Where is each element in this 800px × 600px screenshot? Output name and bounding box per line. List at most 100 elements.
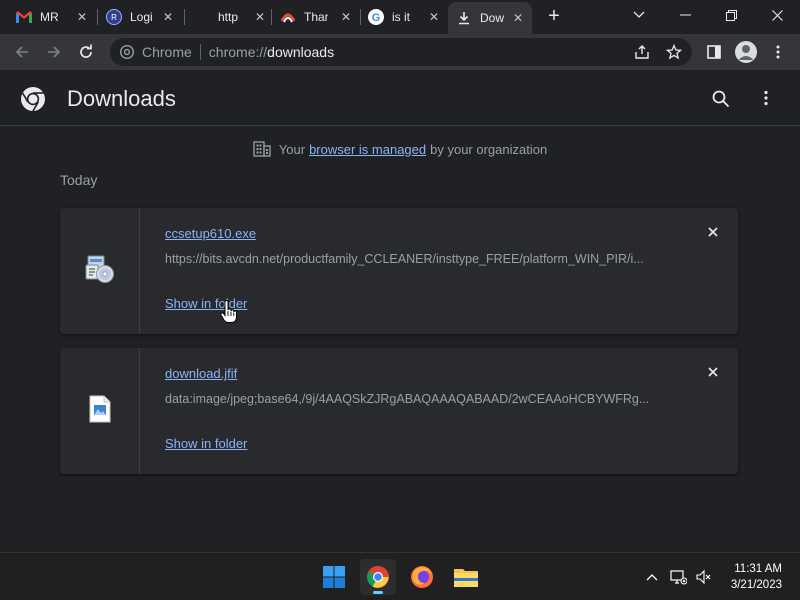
file-name-link[interactable]: ccsetup610.exe bbox=[165, 226, 256, 241]
installer-icon bbox=[84, 253, 116, 290]
svg-text:G: G bbox=[372, 12, 381, 24]
tab-gmail[interactable]: MR ✕ bbox=[16, 4, 92, 30]
close-window-button[interactable] bbox=[754, 0, 800, 30]
clock-date: 3/21/2023 bbox=[730, 579, 782, 591]
close-icon bbox=[708, 227, 718, 237]
tab-strip: MR ✕ R Logi ✕ http ✕ Thar ✕ G is it ✕ Do… bbox=[0, 0, 800, 34]
site-label: Chrome bbox=[142, 44, 192, 60]
close-tab-icon[interactable]: ✕ bbox=[338, 9, 354, 25]
active-indicator bbox=[373, 591, 383, 594]
arrow-right-icon bbox=[48, 46, 61, 58]
restore-icon bbox=[725, 9, 737, 21]
source-url: https://bits.avcdn.net/productfamily_CCL… bbox=[165, 252, 644, 266]
tab-http[interactable]: http ✕ bbox=[194, 4, 270, 30]
minimize-button[interactable] bbox=[662, 0, 708, 30]
tab-separator bbox=[97, 9, 98, 25]
start-button[interactable] bbox=[316, 559, 352, 595]
chevron-up-icon bbox=[646, 574, 658, 581]
gmail-icon bbox=[16, 9, 32, 25]
svg-text:R: R bbox=[111, 13, 117, 22]
downloads-header: Downloads bbox=[0, 70, 800, 126]
tab-title: Logi bbox=[130, 10, 153, 24]
image-file-icon bbox=[89, 395, 111, 428]
tab-title: is it bbox=[392, 10, 410, 24]
tab-login[interactable]: R Logi ✕ bbox=[106, 4, 178, 30]
file-name-link[interactable]: download.jfif bbox=[165, 366, 237, 381]
side-panel-icon bbox=[707, 45, 721, 59]
remove-download-button[interactable] bbox=[705, 364, 721, 380]
address-bar[interactable]: Chrome chrome://downloads bbox=[110, 38, 692, 66]
tab-title: Thar bbox=[304, 10, 328, 24]
url-scheme: chrome:// bbox=[208, 44, 268, 60]
managed-link[interactable]: browser is managed bbox=[309, 142, 426, 157]
bookmark-star-icon[interactable] bbox=[665, 43, 683, 60]
taskbar-firefox[interactable] bbox=[404, 559, 440, 595]
managed-text-before: Your bbox=[278, 141, 306, 157]
tab-search-button[interactable] bbox=[616, 0, 662, 30]
more-vert-icon bbox=[776, 45, 780, 59]
chrome-page-icon bbox=[120, 45, 134, 59]
download-item: download.jfif data:image/jpeg;base64,/9j… bbox=[60, 348, 738, 474]
tab-title: http bbox=[218, 10, 239, 24]
firefox-icon bbox=[411, 566, 433, 588]
volume-muted-icon[interactable] bbox=[694, 567, 714, 587]
close-tab-icon[interactable]: ✕ bbox=[510, 10, 526, 26]
taskbar-file-explorer[interactable] bbox=[448, 559, 484, 595]
new-tab-button[interactable]: + bbox=[544, 6, 564, 27]
site-icon bbox=[280, 9, 296, 25]
hand-cursor-icon bbox=[220, 299, 238, 324]
tab-separator bbox=[271, 9, 272, 25]
tab-title: Dow bbox=[480, 11, 504, 25]
reload-button[interactable] bbox=[74, 40, 98, 64]
browser-menu-button[interactable] bbox=[766, 40, 790, 64]
date-heading: Today bbox=[60, 172, 98, 188]
avatar bbox=[735, 41, 757, 63]
back-button[interactable] bbox=[10, 40, 34, 64]
building-icon bbox=[253, 141, 271, 157]
tab-thar[interactable]: Thar ✕ bbox=[280, 4, 356, 30]
omnibox-divider bbox=[199, 44, 201, 60]
forward-button[interactable] bbox=[42, 40, 66, 64]
close-tab-icon[interactable]: ✕ bbox=[74, 9, 90, 25]
tab-google[interactable]: G is it ✕ bbox=[368, 4, 444, 30]
download-item: ccsetup610.exe https://bits.avcdn.net/pr… bbox=[60, 208, 738, 334]
google-icon: G bbox=[368, 9, 384, 25]
managed-banner: Your browser is managed by your organiza… bbox=[0, 140, 800, 158]
close-icon bbox=[708, 367, 718, 377]
managed-text-after: by your organization bbox=[430, 141, 548, 157]
taskbar-chrome[interactable] bbox=[360, 559, 396, 595]
system-clock[interactable]: 11:31 AM 3/21/2023 bbox=[731, 561, 782, 593]
blank-page-icon bbox=[194, 9, 210, 25]
tab-separator bbox=[184, 9, 185, 25]
arrow-left-icon bbox=[15, 46, 28, 58]
side-panel-button[interactable] bbox=[702, 40, 726, 64]
profile-button[interactable] bbox=[734, 40, 758, 64]
chevron-down-icon bbox=[633, 11, 645, 18]
close-tab-icon[interactable]: ✕ bbox=[426, 9, 442, 25]
tab-downloads[interactable]: Dow ✕ bbox=[448, 2, 532, 34]
file-explorer-icon bbox=[454, 569, 478, 587]
file-icon-column bbox=[60, 208, 140, 334]
download-icon bbox=[456, 10, 472, 26]
show-hidden-icons-button[interactable] bbox=[642, 567, 662, 587]
minimize-icon bbox=[679, 14, 691, 16]
chrome-logo-icon bbox=[20, 86, 46, 112]
source-url: data:image/jpeg;base64,/9j/4AAQSkZJRgABA… bbox=[165, 392, 650, 406]
show-in-folder-link[interactable]: Show in folder bbox=[165, 436, 247, 451]
tab-title: MR bbox=[40, 10, 59, 24]
search-icon[interactable] bbox=[712, 90, 730, 108]
more-actions-icon[interactable] bbox=[760, 90, 772, 108]
close-tab-icon[interactable]: ✕ bbox=[252, 9, 268, 25]
windows-taskbar: 11:31 AM 3/21/2023 bbox=[0, 552, 800, 600]
network-icon[interactable] bbox=[668, 567, 688, 587]
close-tab-icon[interactable]: ✕ bbox=[160, 9, 176, 25]
url-host: downloads bbox=[267, 44, 335, 60]
restore-button[interactable] bbox=[708, 0, 754, 30]
share-icon[interactable] bbox=[634, 44, 650, 60]
file-icon-column bbox=[60, 348, 140, 474]
remove-download-button[interactable] bbox=[705, 224, 721, 240]
start-icon bbox=[323, 566, 345, 588]
tab-separator bbox=[360, 9, 361, 25]
clock-time: 11:31 AM bbox=[734, 563, 782, 575]
browser-toolbar: Chrome chrome://downloads bbox=[0, 34, 800, 70]
